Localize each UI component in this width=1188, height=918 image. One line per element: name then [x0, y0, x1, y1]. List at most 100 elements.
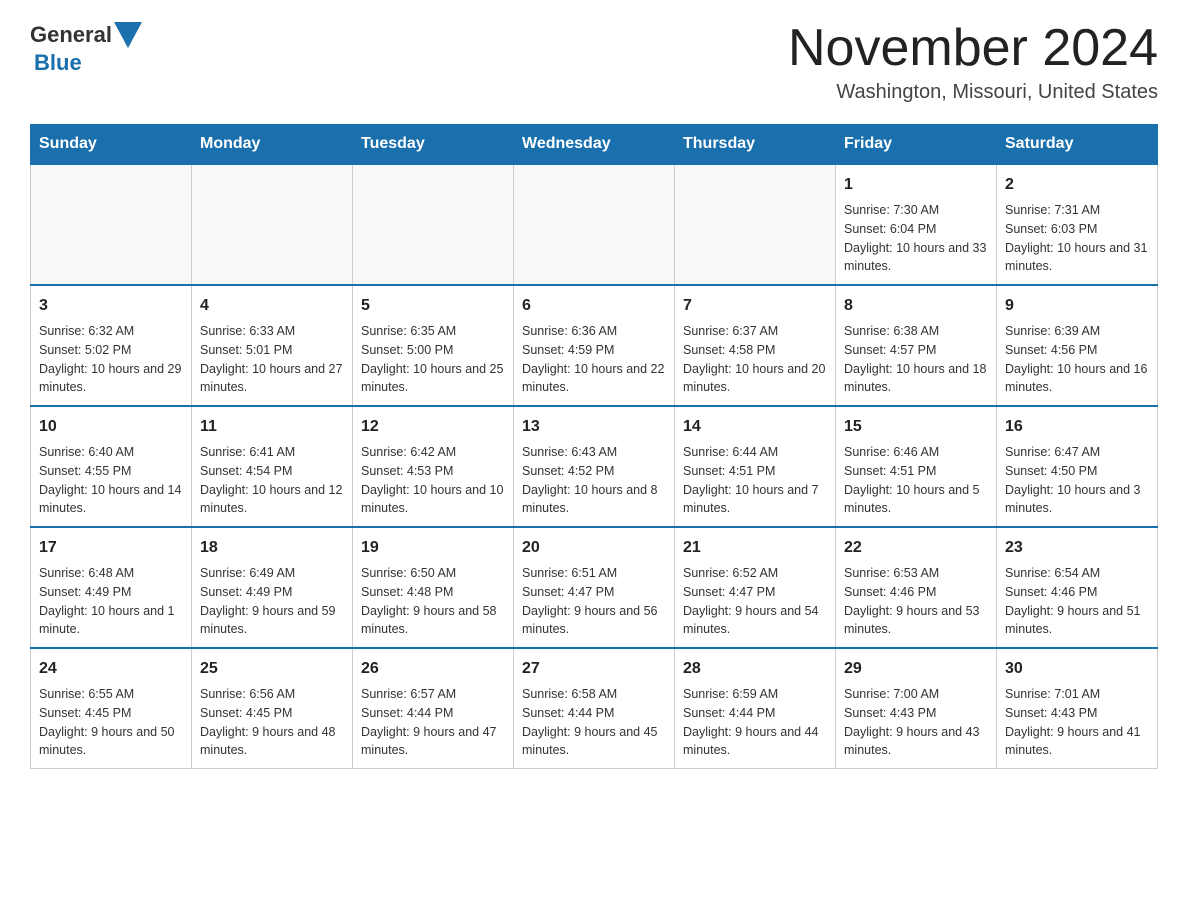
- day-info: Sunrise: 6:53 AMSunset: 4:46 PMDaylight:…: [844, 564, 988, 639]
- day-info: Sunrise: 6:56 AMSunset: 4:45 PMDaylight:…: [200, 685, 344, 760]
- table-row: [353, 164, 514, 285]
- day-info: Sunrise: 6:55 AMSunset: 4:45 PMDaylight:…: [39, 685, 183, 760]
- day-info: Sunrise: 6:50 AMSunset: 4:48 PMDaylight:…: [361, 564, 505, 639]
- day-number: 12: [361, 415, 505, 439]
- table-row: 12 Sunrise: 6:42 AMSunset: 4:53 PMDayligh…: [353, 406, 514, 527]
- table-row: 23 Sunrise: 6:54 AMSunset: 4:46 PMDayligh…: [997, 527, 1158, 648]
- col-monday: Monday: [192, 125, 353, 165]
- week-row-3: 10 Sunrise: 6:40 AMSunset: 4:55 PMDayligh…: [31, 406, 1158, 527]
- day-info: Sunrise: 6:39 AMSunset: 4:56 PMDaylight:…: [1005, 322, 1149, 397]
- day-number: 18: [200, 536, 344, 560]
- day-number: 3: [39, 294, 183, 318]
- logo-blue-text: Blue: [34, 50, 82, 76]
- table-row: 29 Sunrise: 7:00 AMSunset: 4:43 PMDayligh…: [836, 648, 997, 769]
- day-info: Sunrise: 7:31 AMSunset: 6:03 PMDaylight:…: [1005, 201, 1149, 276]
- table-row: [514, 164, 675, 285]
- table-row: 26Sunrise: 6:57 AMSunset: 4:44 PMDayligh…: [353, 648, 514, 769]
- day-info: Sunrise: 6:59 AMSunset: 4:44 PMDaylight:…: [683, 685, 827, 760]
- day-info: Sunrise: 6:46 AMSunset: 4:51 PMDaylight:…: [844, 443, 988, 518]
- table-row: 18 Sunrise: 6:49 AMSunset: 4:49 PMDayligh…: [192, 527, 353, 648]
- day-number: 21: [683, 536, 827, 560]
- logo-general-text: General: [30, 22, 112, 48]
- day-number: 14: [683, 415, 827, 439]
- location-subtitle: Washington, Missouri, United States: [788, 81, 1158, 104]
- week-row-1: 1 Sunrise: 7:30 AMSunset: 6:04 PMDaylight…: [31, 164, 1158, 285]
- col-saturday: Saturday: [997, 125, 1158, 165]
- table-row: 27Sunrise: 6:58 AMSunset: 4:44 PMDayligh…: [514, 648, 675, 769]
- day-number: 16: [1005, 415, 1149, 439]
- day-info: Sunrise: 6:54 AMSunset: 4:46 PMDaylight:…: [1005, 564, 1149, 639]
- day-number: 1: [844, 173, 988, 197]
- table-row: 15 Sunrise: 6:46 AMSunset: 4:51 PMDayligh…: [836, 406, 997, 527]
- day-info: Sunrise: 7:01 AMSunset: 4:43 PMDaylight:…: [1005, 685, 1149, 760]
- week-row-4: 17 Sunrise: 6:48 AMSunset: 4:49 PMDayligh…: [31, 527, 1158, 648]
- table-row: 2 Sunrise: 7:31 AMSunset: 6:03 PMDaylight…: [997, 164, 1158, 285]
- day-info: Sunrise: 6:38 AMSunset: 4:57 PMDaylight:…: [844, 322, 988, 397]
- table-row: 16 Sunrise: 6:47 AMSunset: 4:50 PMDayligh…: [997, 406, 1158, 527]
- table-row: 17 Sunrise: 6:48 AMSunset: 4:49 PMDayligh…: [31, 527, 192, 648]
- day-number: 9: [1005, 294, 1149, 318]
- day-number: 25: [200, 657, 344, 681]
- col-sunday: Sunday: [31, 125, 192, 165]
- week-row-2: 3 Sunrise: 6:32 AMSunset: 5:02 PMDaylight…: [31, 285, 1158, 406]
- day-number: 4: [200, 294, 344, 318]
- table-row: 11Sunrise: 6:41 AMSunset: 4:54 PMDayligh…: [192, 406, 353, 527]
- day-info: Sunrise: 6:47 AMSunset: 4:50 PMDaylight:…: [1005, 443, 1149, 518]
- table-row: 13 Sunrise: 6:43 AMSunset: 4:52 PMDayligh…: [514, 406, 675, 527]
- day-number: 8: [844, 294, 988, 318]
- day-number: 13: [522, 415, 666, 439]
- table-row: 22 Sunrise: 6:53 AMSunset: 4:46 PMDayligh…: [836, 527, 997, 648]
- day-number: 20: [522, 536, 666, 560]
- logo: General Blue: [30, 20, 144, 76]
- day-number: 11: [200, 415, 344, 439]
- day-info: Sunrise: 6:40 AMSunset: 4:55 PMDaylight:…: [39, 443, 183, 518]
- calendar-header-row: Sunday Monday Tuesday Wednesday Thursday…: [31, 125, 1158, 165]
- table-row: [675, 164, 836, 285]
- month-title: November 2024: [788, 20, 1158, 77]
- day-number: 15: [844, 415, 988, 439]
- day-info: Sunrise: 6:32 AMSunset: 5:02 PMDaylight:…: [39, 322, 183, 397]
- table-row: 20 Sunrise: 6:51 AMSunset: 4:47 PMDayligh…: [514, 527, 675, 648]
- day-info: Sunrise: 6:35 AMSunset: 5:00 PMDaylight:…: [361, 322, 505, 397]
- day-info: Sunrise: 6:48 AMSunset: 4:49 PMDaylight:…: [39, 564, 183, 639]
- day-number: 7: [683, 294, 827, 318]
- table-row: 6Sunrise: 6:36 AMSunset: 4:59 PMDaylight…: [514, 285, 675, 406]
- day-number: 19: [361, 536, 505, 560]
- col-tuesday: Tuesday: [353, 125, 514, 165]
- day-info: Sunrise: 6:43 AMSunset: 4:52 PMDaylight:…: [522, 443, 666, 518]
- day-info: Sunrise: 7:00 AMSunset: 4:43 PMDaylight:…: [844, 685, 988, 760]
- table-row: 3 Sunrise: 6:32 AMSunset: 5:02 PMDaylight…: [31, 285, 192, 406]
- day-info: Sunrise: 7:30 AMSunset: 6:04 PMDaylight:…: [844, 201, 988, 276]
- day-number: 26: [361, 657, 505, 681]
- table-row: 5 Sunrise: 6:35 AMSunset: 5:00 PMDaylight…: [353, 285, 514, 406]
- day-info: Sunrise: 6:36 AMSunset: 4:59 PMDaylight:…: [522, 322, 666, 397]
- table-row: 9 Sunrise: 6:39 AMSunset: 4:56 PMDaylight…: [997, 285, 1158, 406]
- table-row: [192, 164, 353, 285]
- calendar-table: Sunday Monday Tuesday Wednesday Thursday…: [30, 124, 1158, 769]
- day-number: 10: [39, 415, 183, 439]
- day-number: 30: [1005, 657, 1149, 681]
- col-friday: Friday: [836, 125, 997, 165]
- day-number: 23: [1005, 536, 1149, 560]
- day-info: Sunrise: 6:52 AMSunset: 4:47 PMDaylight:…: [683, 564, 827, 639]
- logo-triangle-icon: [114, 22, 142, 48]
- day-info: Sunrise: 6:51 AMSunset: 4:47 PMDaylight:…: [522, 564, 666, 639]
- table-row: 1 Sunrise: 7:30 AMSunset: 6:04 PMDaylight…: [836, 164, 997, 285]
- table-row: 7 Sunrise: 6:37 AMSunset: 4:58 PMDaylight…: [675, 285, 836, 406]
- day-number: 2: [1005, 173, 1149, 197]
- table-row: 4 Sunrise: 6:33 AMSunset: 5:01 PMDaylight…: [192, 285, 353, 406]
- day-info: Sunrise: 6:42 AMSunset: 4:53 PMDaylight:…: [361, 443, 505, 518]
- day-number: 22: [844, 536, 988, 560]
- table-row: 30 Sunrise: 7:01 AMSunset: 4:43 PMDayligh…: [997, 648, 1158, 769]
- day-info: Sunrise: 6:33 AMSunset: 5:01 PMDaylight:…: [200, 322, 344, 397]
- table-row: 19 Sunrise: 6:50 AMSunset: 4:48 PMDayligh…: [353, 527, 514, 648]
- day-info: Sunrise: 6:49 AMSunset: 4:49 PMDaylight:…: [200, 564, 344, 639]
- day-info: Sunrise: 6:37 AMSunset: 4:58 PMDaylight:…: [683, 322, 827, 397]
- table-row: 25 Sunrise: 6:56 AMSunset: 4:45 PMDayligh…: [192, 648, 353, 769]
- day-number: 27: [522, 657, 666, 681]
- day-number: 17: [39, 536, 183, 560]
- table-row: 14Sunrise: 6:44 AMSunset: 4:51 PMDayligh…: [675, 406, 836, 527]
- day-number: 29: [844, 657, 988, 681]
- day-number: 5: [361, 294, 505, 318]
- day-number: 24: [39, 657, 183, 681]
